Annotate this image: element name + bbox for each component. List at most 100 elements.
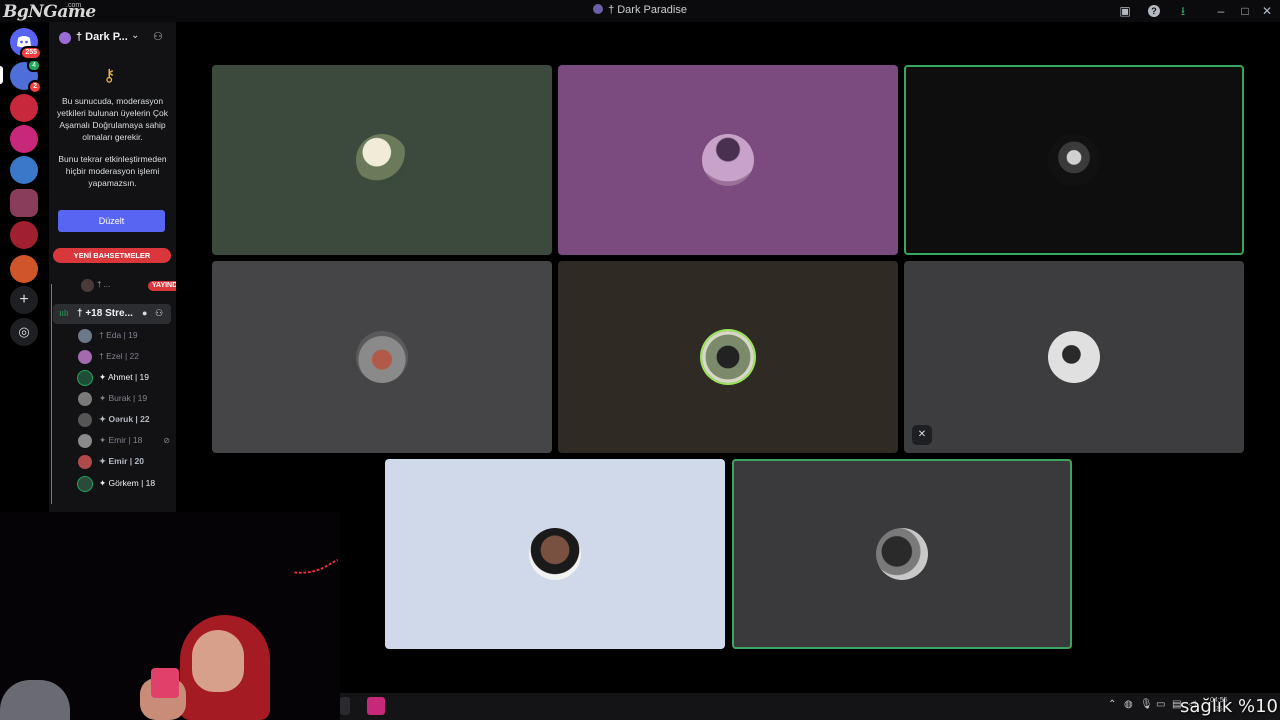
avatar xyxy=(78,413,92,427)
participant-tile-speaking[interactable] xyxy=(904,65,1244,255)
sidebar-scroll-fade xyxy=(49,504,176,512)
avatar-speaking xyxy=(702,331,754,383)
muted-mic-icon: ⊘ xyxy=(163,436,170,445)
minimize-button[interactable]: – xyxy=(1213,3,1229,19)
rail-server-5[interactable] xyxy=(10,189,38,217)
add-member-icon[interactable]: ⚇ xyxy=(155,308,163,319)
mfa-notice-text: Bu sunucuda, moderasyon yetkileri buluna… xyxy=(56,96,169,142)
discord-app: BgNGame .com † Dark Paradise ▣ ? ⭳ – □ ✕… xyxy=(0,0,1280,720)
rail-server-3[interactable] xyxy=(10,125,38,153)
chat-bubble-icon[interactable]: ● xyxy=(142,308,147,318)
discover-icon[interactable]: ◎ xyxy=(10,318,38,346)
member-name: ✦ Emir | 18 xyxy=(99,435,143,445)
avatar xyxy=(702,134,754,186)
rail-server-7[interactable] xyxy=(10,255,38,283)
avatar xyxy=(78,434,92,448)
voice-channel-name: † +18 Stre... xyxy=(77,308,133,319)
fix-button[interactable]: Düzelt xyxy=(58,210,165,232)
chevron-down-icon: ⌄ xyxy=(131,30,140,41)
member-name: † Ezel | 22 xyxy=(99,351,140,361)
voice-channel-icon: ıılı xyxy=(59,308,69,318)
voice-connection-line xyxy=(51,284,52,512)
server-name: † Dark P... xyxy=(76,31,128,43)
rail-server-1[interactable]: 4 2 xyxy=(10,59,42,94)
avatar xyxy=(78,455,92,469)
home-button[interactable]: 255 xyxy=(10,28,42,60)
member-name: † Eda | 19 xyxy=(99,330,138,340)
avatar xyxy=(356,331,408,383)
rail-server-4[interactable] xyxy=(10,156,38,184)
rail-server-6[interactable] xyxy=(10,221,38,249)
member-name: ✦ Ahmet | 19 xyxy=(99,372,149,382)
live-badge: YAYINDA xyxy=(148,281,176,291)
taskbar-app-active[interactable] xyxy=(367,697,385,715)
participant-tile[interactable] xyxy=(558,65,898,255)
muted-icon: ✕ xyxy=(912,425,932,445)
server-1-activity-badge: 4 xyxy=(27,59,41,72)
selected-pill xyxy=(0,66,3,84)
avatar xyxy=(529,528,581,580)
new-mentions-banner[interactable]: YENİ BAHSETMELER xyxy=(53,248,171,263)
neon-light-icon xyxy=(294,559,339,574)
window-title: † Dark Paradise xyxy=(0,4,1280,16)
avatar xyxy=(78,477,92,491)
key-icon: ⚷ xyxy=(103,66,116,85)
download-update-icon[interactable]: ⭳ xyxy=(1175,3,1191,19)
member-name: ✦ Oǝruk | 22 xyxy=(99,414,150,424)
server-icon xyxy=(593,4,604,14)
avatar xyxy=(78,371,92,385)
close-button[interactable]: ✕ xyxy=(1259,3,1275,19)
voice-member[interactable]: † Ezel | 22 xyxy=(78,349,174,365)
member-name: ✦ Görkem | 18 xyxy=(99,478,156,488)
mfa-notice-warning: Bunu tekrar etkinleştirmeden hiçbir mode… xyxy=(58,154,167,188)
participant-tile[interactable] xyxy=(385,459,725,649)
help-icon[interactable]: ? xyxy=(1148,5,1160,17)
member-name: ✦ Burak | 19 xyxy=(99,393,148,403)
webcam-phone xyxy=(151,668,179,698)
add-server-button[interactable]: + xyxy=(10,286,38,314)
participant-tile-speaking[interactable] xyxy=(732,459,1072,649)
server-header[interactable]: † Dark P... ⌄ ⚇ xyxy=(49,22,176,56)
stream-overlay-health-text: sağlık %101 xyxy=(1180,696,1280,717)
microphone-icon[interactable]: 🎙 xyxy=(1140,699,1153,710)
avatar xyxy=(1048,134,1100,186)
server-1-mention-badge: 2 xyxy=(28,80,42,94)
avatar xyxy=(78,329,92,343)
taskbar-app[interactable] xyxy=(340,697,350,715)
home-notification-badge: 255 xyxy=(20,46,42,60)
tray-chevron-icon[interactable]: ⌃ xyxy=(1108,699,1116,710)
voice-member[interactable]: † Eda | 19 xyxy=(78,328,174,344)
voice-channel-selected[interactable]: ıılı † +18 Stre... ● ⚇ xyxy=(53,304,171,324)
rail-server-2[interactable] xyxy=(10,94,38,122)
avatar xyxy=(876,528,928,580)
channel-sidebar: † Dark P... ⌄ ⚇ ⚷ Bu sunucuda, moderasyo… xyxy=(49,22,176,512)
participant-tile[interactable] xyxy=(558,261,898,453)
os-taskbar: ⌃ ◍ 🎙 ▭ ▤ ◁ 04:55 26 xyxy=(340,693,1280,720)
avatar xyxy=(1048,331,1100,383)
participant-tile[interactable] xyxy=(212,261,552,453)
title-bar: BgNGame .com † Dark Paradise ▣ ? ⭳ – □ ✕ xyxy=(0,0,1280,22)
server-boost-icon xyxy=(59,32,71,44)
invite-people-icon[interactable]: ⚇ xyxy=(153,30,163,43)
voice-member[interactable]: ✦ Emir | 18 ⊘ xyxy=(78,433,174,449)
inbox-icon[interactable]: ▣ xyxy=(1117,3,1133,19)
server-rail: 255 4 2 + ◎ xyxy=(0,22,48,512)
live-stream-row[interactable]: † ... YAYINDA xyxy=(77,279,176,293)
voice-member[interactable]: ✦ Görkem | 18 xyxy=(78,476,174,492)
voice-member[interactable]: ✦ Emir | 20 xyxy=(78,454,174,470)
voice-member[interactable]: ✦ Oǝruk | 22 xyxy=(78,412,174,428)
window-title-text: † Dark Paradise xyxy=(608,4,687,16)
maximize-button[interactable]: □ xyxy=(1237,3,1253,19)
tray-display-icon[interactable]: ▭ xyxy=(1156,699,1165,710)
participant-tile[interactable]: ✕ xyxy=(904,261,1244,453)
avatar xyxy=(78,392,92,406)
voice-member[interactable]: ✦ Burak | 19 xyxy=(78,391,174,407)
avatar xyxy=(78,350,92,364)
avatar xyxy=(81,279,94,292)
live-stream-user: † ... xyxy=(97,280,111,289)
participant-tile[interactable] xyxy=(212,65,552,255)
webcam-person-face xyxy=(192,630,244,692)
member-name: ✦ Emir | 20 xyxy=(99,456,144,466)
tray-app-icon[interactable]: ◍ xyxy=(1124,699,1133,710)
voice-member[interactable]: ✦ Ahmet | 19 xyxy=(78,370,174,386)
